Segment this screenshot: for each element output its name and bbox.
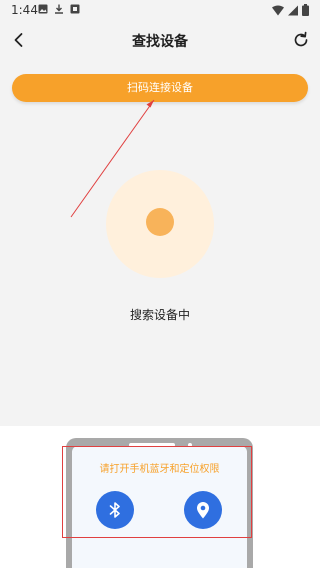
download-icon [55,4,63,14]
status-bar: 1:44 [0,0,320,22]
status-icons-left [38,4,80,14]
battery-icon [302,4,309,16]
nav-bar: 查找设备 [0,22,320,60]
refresh-icon[interactable] [291,30,311,50]
wifi-icon [272,5,284,15]
signal-icon [288,5,298,15]
search-pulse-core [146,208,174,236]
app-icon [70,4,80,14]
status-icons-right [272,4,309,16]
scan-connect-button[interactable]: 扫码连接设备 [12,74,308,102]
image-icon [38,4,48,14]
annotation-highlight-box [62,446,252,538]
searching-status: 搜索设备中 [129,308,190,322]
page-title: 查找设备 [132,34,188,50]
status-time: 1:44 [11,3,38,17]
